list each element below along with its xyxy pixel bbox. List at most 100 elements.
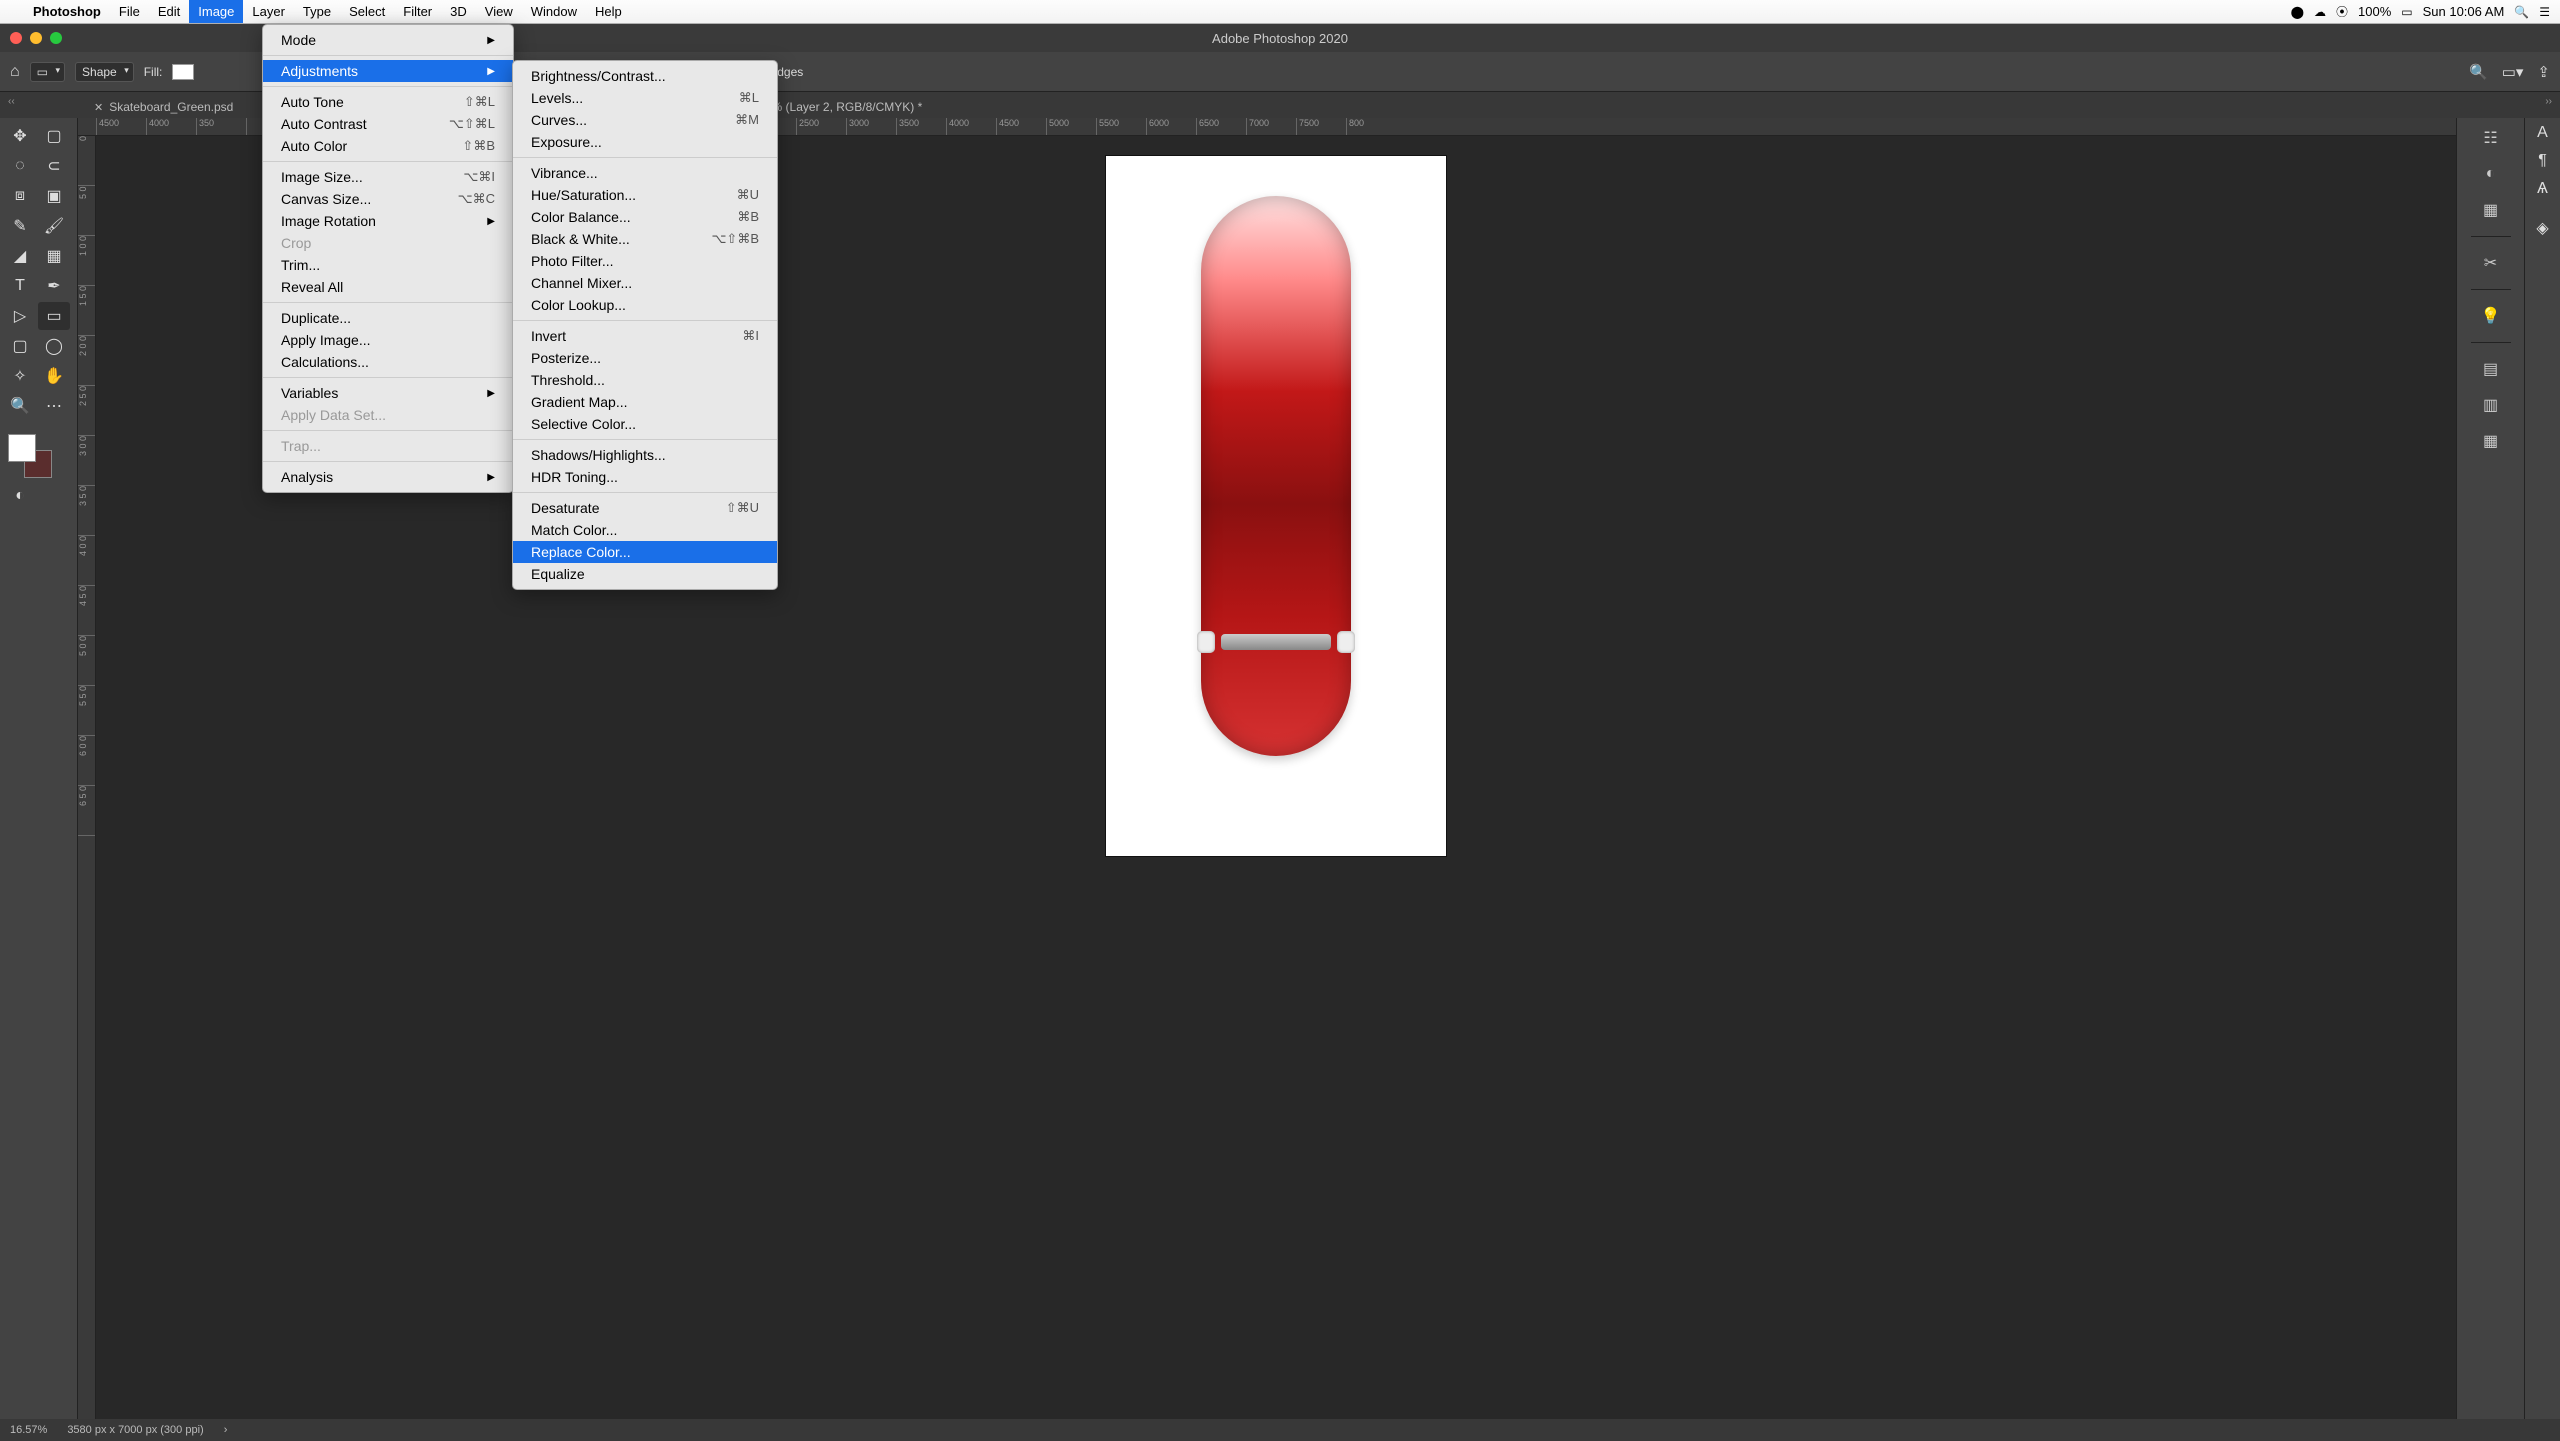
document-info[interactable]: 3580 px x 7000 px (300 ppi) [67, 1424, 203, 1436]
document-tab-1[interactable]: ✕ Skateboard_Green.psd [84, 96, 243, 118]
foreground-color-swatch[interactable] [8, 434, 36, 462]
menu-file[interactable]: File [110, 0, 149, 23]
lasso-tool[interactable]: ⊂ [38, 152, 70, 180]
adjustments-panel-icon[interactable]: ◐ [2477, 160, 2505, 188]
custom-shape-tool[interactable]: ✧ [4, 362, 36, 390]
artboard-tool[interactable]: ▢ [38, 122, 70, 150]
menu-image[interactable]: Image [189, 0, 243, 23]
workspace-switcher-icon[interactable]: ▭▾ [2502, 63, 2524, 81]
image-menu-item[interactable]: Image Size...⌥⌘I [263, 166, 513, 188]
image-menu-item[interactable]: Auto Color⇧⌘B [263, 135, 513, 157]
tab-collapse-left-icon[interactable]: ‹‹ [8, 96, 15, 107]
menu-edit[interactable]: Edit [149, 0, 189, 23]
control-center-icon[interactable]: ☰ [2539, 5, 2550, 19]
ellipse-tool[interactable]: ◯ [38, 332, 70, 360]
close-window-button[interactable] [10, 32, 22, 44]
quick-mask-tool[interactable]: ◐ [4, 482, 36, 510]
brush-tool[interactable]: 🖌 [38, 212, 70, 240]
adjustments-menu-item[interactable]: Color Balance...⌘B [513, 206, 777, 228]
wifi-icon[interactable]: ⦿ [2336, 3, 2348, 20]
image-menu-item[interactable]: Duplicate... [263, 307, 513, 329]
image-menu-item[interactable]: Auto Tone⇧⌘L [263, 91, 513, 113]
foreground-background-colors[interactable] [4, 430, 64, 480]
eyedropper-tool[interactable]: ✎ [4, 212, 36, 240]
image-menu-item[interactable]: Reveal All [263, 276, 513, 298]
share-icon[interactable]: ⇪ [2537, 63, 2550, 81]
search-icon[interactable]: 🔍 [2469, 63, 2488, 81]
path-select-tool[interactable]: ▷ [4, 302, 36, 330]
image-menu-item[interactable]: Trim... [263, 254, 513, 276]
adjustments-menu-item[interactable]: Brightness/Contrast... [513, 65, 777, 87]
layers-panel-icon[interactable]: ◈ [2536, 218, 2548, 238]
adjustments-menu-item[interactable]: Gradient Map... [513, 391, 777, 413]
gradient-tool[interactable]: ▦ [38, 242, 70, 270]
adjustments-menu-item[interactable]: Selective Color... [513, 413, 777, 435]
menu-window[interactable]: Window [522, 0, 586, 23]
glyphs-panel-icon[interactable]: Ѧ [2537, 180, 2548, 198]
adjustments-menu-item[interactable]: Vibrance... [513, 162, 777, 184]
fill-swatch[interactable] [172, 64, 194, 80]
menu-view[interactable]: View [476, 0, 522, 23]
panel-icon-a[interactable]: ▤ [2477, 355, 2505, 383]
more-tools-icon[interactable]: ⋯ [38, 392, 70, 420]
menu-3d[interactable]: 3D [441, 0, 476, 23]
tools-panel-icon[interactable]: ✂ [2477, 249, 2505, 277]
adjustments-menu-item[interactable]: Shadows/Highlights... [513, 444, 777, 466]
paragraph-panel-icon[interactable]: ¶ [2538, 152, 2547, 170]
properties-panel-icon[interactable]: ☷ [2477, 124, 2505, 152]
libraries-panel-icon[interactable]: ▦ [2477, 196, 2505, 224]
adjustments-menu-item[interactable]: Desaturate⇧⌘U [513, 497, 777, 519]
image-menu-item[interactable]: Mode▶ [263, 29, 513, 51]
adjustments-menu-item[interactable]: Invert⌘I [513, 325, 777, 347]
type-tool[interactable]: T [4, 272, 36, 300]
maximize-window-button[interactable] [50, 32, 62, 44]
adjustments-menu-item[interactable]: Exposure... [513, 131, 777, 153]
document-canvas[interactable] [1106, 156, 1446, 856]
menu-select[interactable]: Select [340, 0, 394, 23]
hand-tool[interactable]: ✋ [38, 362, 70, 390]
adjustments-menu-item[interactable]: Match Color... [513, 519, 777, 541]
adjustments-menu-item[interactable]: Levels...⌘L [513, 87, 777, 109]
status-chevron-icon[interactable]: › [224, 1424, 228, 1436]
adjustments-menu-item[interactable]: Black & White...⌥⇧⌘B [513, 228, 777, 250]
tool-preset-select[interactable]: ▭ [30, 62, 65, 82]
marquee-tool[interactable]: ◌ [4, 152, 36, 180]
adjustments-menu-item[interactable]: Channel Mixer... [513, 272, 777, 294]
home-icon[interactable]: ⌂ [10, 63, 20, 81]
character-panel-icon[interactable]: A [2537, 124, 2548, 142]
menu-layer[interactable]: Layer [243, 0, 294, 23]
adjustments-menu-item[interactable]: Posterize... [513, 347, 777, 369]
image-menu-item[interactable]: Auto Contrast⌥⇧⌘L [263, 113, 513, 135]
image-menu-item[interactable]: Variables▶ [263, 382, 513, 404]
rectangle-tool[interactable]: ▭ [38, 302, 70, 330]
adjustments-menu-item[interactable]: Color Lookup... [513, 294, 777, 316]
move-tool[interactable]: ✥ [4, 122, 36, 150]
zoom-tool[interactable]: 🔍 [4, 392, 36, 420]
shape-mode-select[interactable]: Shape [75, 62, 134, 82]
zoom-level[interactable]: 16.57% [10, 1424, 47, 1436]
adjustments-menu-item[interactable]: Curves...⌘M [513, 109, 777, 131]
minimize-window-button[interactable] [30, 32, 42, 44]
eraser-tool[interactable]: ◢ [4, 242, 36, 270]
adjustments-menu-item[interactable]: Equalize [513, 563, 777, 585]
frame-tool[interactable]: ▣ [38, 182, 70, 210]
adjustments-menu-item[interactable]: Replace Color... [513, 541, 777, 563]
close-tab-icon[interactable]: ✕ [94, 101, 103, 114]
menu-app[interactable]: Photoshop [24, 0, 110, 23]
image-menu-item[interactable]: Image Rotation▶ [263, 210, 513, 232]
spotlight-icon[interactable]: 🔍 [2514, 5, 2529, 19]
rounded-rect-tool[interactable]: ▢ [4, 332, 36, 360]
image-menu-item[interactable]: Calculations... [263, 351, 513, 373]
adjustments-menu-item[interactable]: Photo Filter... [513, 250, 777, 272]
panel-icon-b[interactable]: ▥ [2477, 391, 2505, 419]
crop-tool[interactable]: ⧈ [4, 182, 36, 210]
image-menu-item[interactable]: Analysis▶ [263, 466, 513, 488]
image-menu-item[interactable]: Apply Image... [263, 329, 513, 351]
learn-panel-icon[interactable]: 💡 [2477, 302, 2505, 330]
image-menu-item[interactable]: Adjustments▶ [263, 60, 513, 82]
adjustments-menu-item[interactable]: Threshold... [513, 369, 777, 391]
image-menu-item[interactable]: Canvas Size...⌥⌘C [263, 188, 513, 210]
clock[interactable]: Sun 10:06 AM [2423, 4, 2505, 19]
tab-collapse-right-icon[interactable]: ›› [2545, 96, 2552, 107]
menu-filter[interactable]: Filter [394, 0, 441, 23]
